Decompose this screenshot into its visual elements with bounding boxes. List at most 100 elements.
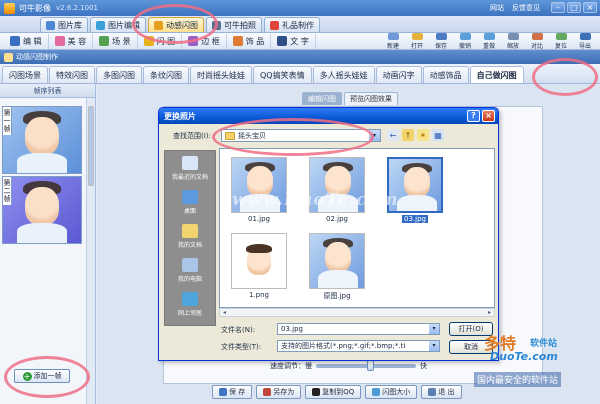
dialog-help-button[interactable]: ? xyxy=(467,110,480,122)
save-button[interactable]: 保 存 xyxy=(212,385,253,399)
place-my-computer[interactable]: 我的电脑 xyxy=(164,253,216,287)
file-type-select[interactable]: 支持的图片格式(*.png;*.gif;*.bmp;*.ti ▾ xyxy=(277,340,440,352)
tool-accessory[interactable]: 饰 品 xyxy=(227,33,272,49)
new-button[interactable]: 新建 xyxy=(382,33,404,50)
frame-list-scrollbar[interactable] xyxy=(86,98,95,404)
place-recent[interactable]: 我最近的文档 xyxy=(164,151,216,185)
tab-preview-flash[interactable]: 预览闪图效果 xyxy=(344,92,398,105)
tool-label: 闪 图 xyxy=(156,36,176,46)
baby-face xyxy=(25,117,59,155)
tab-gift[interactable]: 礼品制作 xyxy=(264,17,320,32)
style-tab-qq-funny[interactable]: QQ搞笑表情 xyxy=(253,66,312,83)
speed-control: 速度调节：慢 快 xyxy=(270,360,427,371)
scroll-right-icon[interactable]: ▸ xyxy=(485,309,494,316)
style-tab-multi-image[interactable]: 多图闪图 xyxy=(96,66,142,83)
close-button[interactable]: × xyxy=(583,2,597,13)
speed-slider-knob[interactable] xyxy=(367,360,375,371)
look-in-select[interactable]: 摇头宝贝 ▾ xyxy=(221,129,381,142)
style-tab-bobblehead[interactable]: 时尚摇头娃娃 xyxy=(190,66,252,83)
frame-thumbnail-1[interactable]: 第一帧 xyxy=(2,106,82,174)
style-tab-stripe[interactable]: 条纹闪图 xyxy=(143,66,189,83)
export-button[interactable]: 导出 xyxy=(574,33,596,50)
save-toolbar-button[interactable]: 保存 xyxy=(430,33,452,50)
back-icon[interactable]: ← xyxy=(387,129,399,141)
add-frame-button[interactable]: + 添加一帧 xyxy=(14,369,70,383)
plus-icon: + xyxy=(22,371,32,381)
style-tab-diy-flash[interactable]: 自己做闪图 xyxy=(469,66,524,83)
place-network[interactable]: 网上邻居 xyxy=(164,287,216,321)
tab-photo-edit[interactable]: 图片编辑 xyxy=(90,17,146,32)
zoom-button[interactable]: 缩放 xyxy=(502,33,524,50)
place-desktop[interactable]: 桌面 xyxy=(164,185,216,219)
website-link[interactable]: 网站 xyxy=(490,3,504,13)
tool-scene[interactable]: 场 景 xyxy=(93,33,138,49)
gift-icon xyxy=(270,20,279,30)
undo-button[interactable]: 撤销 xyxy=(454,33,476,50)
flash-size-button[interactable]: 闪图大小 xyxy=(365,385,418,399)
reset-icon xyxy=(555,33,567,40)
button-label: 退 出 xyxy=(438,388,455,396)
save-icon xyxy=(435,33,447,40)
tool-label: 边 框 xyxy=(201,36,220,46)
look-in-value: 摇头宝贝 xyxy=(238,131,266,140)
style-tab-animated-text[interactable]: 动画闪字 xyxy=(375,66,422,83)
frame-list-title: 帧序列表 xyxy=(0,84,95,98)
scroll-left-icon[interactable]: ◂ xyxy=(220,309,229,316)
file-name-input[interactable]: 03.jpg ▾ xyxy=(277,323,440,335)
copy-to-qq-button[interactable]: 复制到QQ xyxy=(305,385,362,399)
dialog-close-button[interactable]: × xyxy=(482,110,495,122)
tool-flash[interactable]: 闪 图 xyxy=(138,33,183,49)
baby-face xyxy=(404,167,430,197)
speed-slider[interactable] xyxy=(316,360,416,371)
file-item[interactable]: 原图.jpg xyxy=(308,233,366,305)
tool-text[interactable]: 文 字 xyxy=(271,33,316,49)
reset-button[interactable]: 复位 xyxy=(550,33,572,50)
action-label: 打开 xyxy=(410,43,423,50)
style-tab-multi-bobblehead[interactable]: 多人摇头娃娃 xyxy=(312,66,375,83)
tab-edit-flash[interactable]: 编辑闪图 xyxy=(302,92,342,105)
tool-edit[interactable]: 编 辑 xyxy=(4,33,49,49)
file-name-label: 文件名(N): xyxy=(221,326,256,334)
exit-button[interactable]: 退 出 xyxy=(421,385,462,399)
style-tab-flash-scene[interactable]: 闪图场景 xyxy=(2,66,48,83)
center-watermark: www.DuoTe.com xyxy=(232,190,399,210)
frame-label: 第一帧 xyxy=(3,107,12,135)
open-button[interactable]: 打开 xyxy=(406,33,428,50)
title-links: 网站 反馈意见 xyxy=(490,3,540,13)
new-folder-icon[interactable]: ✶ xyxy=(417,129,429,141)
tool-label: 场 景 xyxy=(112,36,131,46)
new-icon xyxy=(387,33,399,40)
dialog-toolbar: ← ↑ ✶ ▦ xyxy=(387,129,444,141)
scrollbar-thumb[interactable] xyxy=(88,106,94,186)
file-item[interactable]: 1.png xyxy=(230,233,288,305)
chevron-down-icon[interactable]: ▾ xyxy=(429,341,439,351)
file-thumbnail xyxy=(309,233,365,289)
tab-camera[interactable]: 可牛拍照 xyxy=(206,17,262,32)
file-list-scrollbar[interactable]: ◂ ▸ xyxy=(219,308,495,317)
action-label: 缩放 xyxy=(506,43,519,50)
maximize-button[interactable]: □ xyxy=(567,2,581,13)
save-as-button[interactable]: 另存为 xyxy=(256,385,302,399)
place-label: 我的电脑 xyxy=(177,275,202,283)
chevron-down-icon[interactable]: ▾ xyxy=(429,324,439,334)
redo-button[interactable]: 重做 xyxy=(478,33,500,50)
tool-frame[interactable]: 边 框 xyxy=(182,33,227,49)
style-tab-dynamic-accessory[interactable]: 动感饰品 xyxy=(422,66,469,83)
desktop-icon xyxy=(182,189,198,204)
up-folder-icon[interactable]: ↑ xyxy=(402,129,414,141)
action-label: 撤销 xyxy=(458,43,471,50)
chevron-down-icon[interactable]: ▾ xyxy=(369,130,380,141)
place-my-documents[interactable]: 我的文档 xyxy=(164,219,216,253)
feedback-link[interactable]: 反馈意见 xyxy=(512,3,540,13)
tab-gallery[interactable]: 图片库 xyxy=(40,17,88,32)
view-menu-icon[interactable]: ▦ xyxy=(432,129,444,141)
tab-flash-image[interactable]: 动感闪图 xyxy=(148,17,204,32)
frame-thumbnail-2[interactable]: 第二帧 xyxy=(2,176,82,244)
tool-beauty[interactable]: 美 容 xyxy=(49,33,94,49)
minimize-button[interactable]: – xyxy=(551,2,565,13)
baby-face xyxy=(25,187,59,225)
dialog-title-bar[interactable]: 更换照片 xyxy=(159,108,498,124)
style-tab-effect-flash[interactable]: 特效闪图 xyxy=(49,66,95,83)
zoom-icon xyxy=(507,33,519,40)
compare-button[interactable]: 对比 xyxy=(526,33,548,50)
